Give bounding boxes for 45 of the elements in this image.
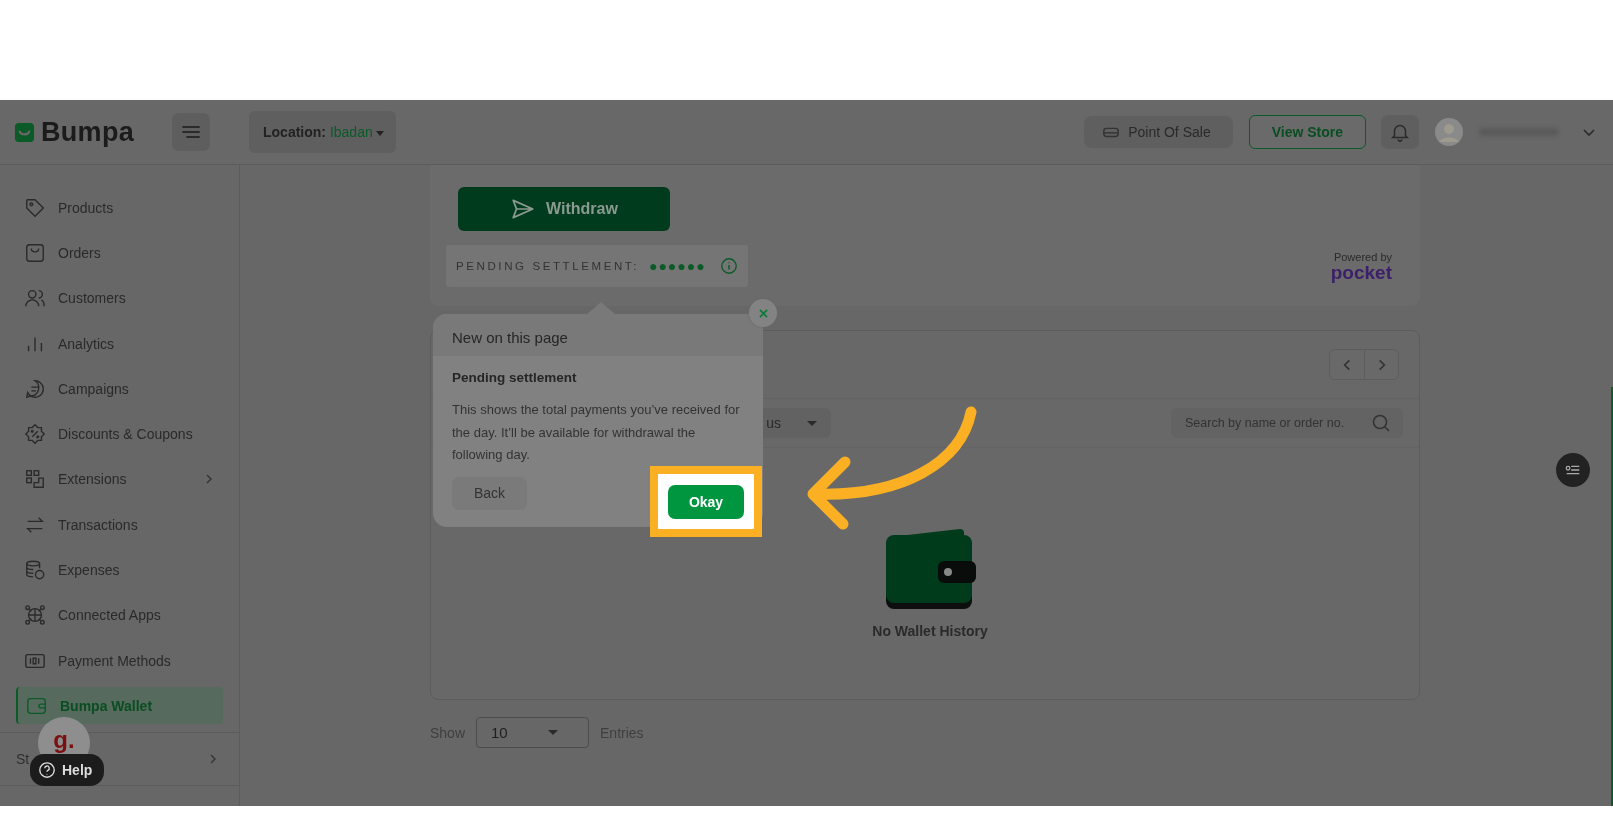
avatar-icon[interactable]: [1435, 118, 1463, 146]
blocks-icon: [24, 468, 46, 491]
location-selector[interactable]: Location: Ibadan: [249, 111, 396, 153]
masked-amount: ●●●●●●: [648, 258, 706, 274]
sidebar-item[interactable]: Bumpa Wallet: [16, 687, 223, 725]
brand-name: Bumpa: [41, 116, 134, 148]
sidebar-item[interactable]: Orders: [16, 230, 223, 276]
provider-logo: pocket: [1330, 263, 1392, 282]
pending-settlement-label: PENDING SETTLEMENT:: [456, 260, 639, 272]
help-button[interactable]: Help: [30, 754, 105, 786]
tag-icon: [24, 196, 46, 219]
menu-button[interactable]: [172, 113, 210, 151]
sidebar-item[interactable]: Campaigns: [16, 366, 223, 412]
sidebar-item[interactable]: Extensions: [16, 456, 223, 503]
sidebar-item[interactable]: Customers: [16, 275, 223, 321]
powered-by-text: Powered by: [1333, 251, 1392, 263]
badge-percent-icon: [24, 423, 46, 446]
okay-button[interactable]: Okay: [668, 484, 744, 519]
back-button[interactable]: Back: [452, 476, 527, 510]
sidebar-item[interactable]: Transactions: [16, 502, 223, 548]
sidebar-item[interactable]: Products: [16, 185, 223, 231]
next-button[interactable]: [1364, 350, 1398, 379]
close-icon: [758, 308, 768, 318]
view-store-button[interactable]: View Store: [1248, 115, 1366, 149]
list-button[interactable]: [1556, 453, 1590, 487]
bag-icon: [24, 241, 46, 264]
sidebar-item[interactable]: Payment Methods: [16, 637, 223, 684]
sidebar-item[interactable]: Connected Apps: [16, 592, 223, 638]
search-icon: [1371, 413, 1391, 433]
popover-text: This shows the total payments you’ve received for the day. It’ll be available for withdrawal the following day.: [452, 401, 741, 464]
sidebar-item[interactable]: Analytics: [16, 320, 223, 367]
page-size-dropdown[interactable]: 10: [476, 717, 590, 748]
network-icon: [24, 604, 46, 627]
logo-icon: [14, 121, 35, 143]
help-icon: [38, 761, 56, 779]
empty-state-text: No Wallet History: [872, 623, 988, 639]
chat-avatar[interactable]: g.: [38, 717, 90, 754]
notification-button[interactable]: [1381, 115, 1419, 149]
withdraw-button[interactable]: Withdraw: [458, 187, 670, 231]
sidebar-item[interactable]: Expenses: [16, 547, 223, 593]
coins-icon: [24, 559, 46, 581]
sidebar-item[interactable]: Discounts & Coupons: [16, 411, 223, 457]
popover-title: Pending settlement: [452, 370, 578, 385]
caret-down-icon: [375, 130, 384, 136]
info-icon[interactable]: [720, 257, 738, 275]
